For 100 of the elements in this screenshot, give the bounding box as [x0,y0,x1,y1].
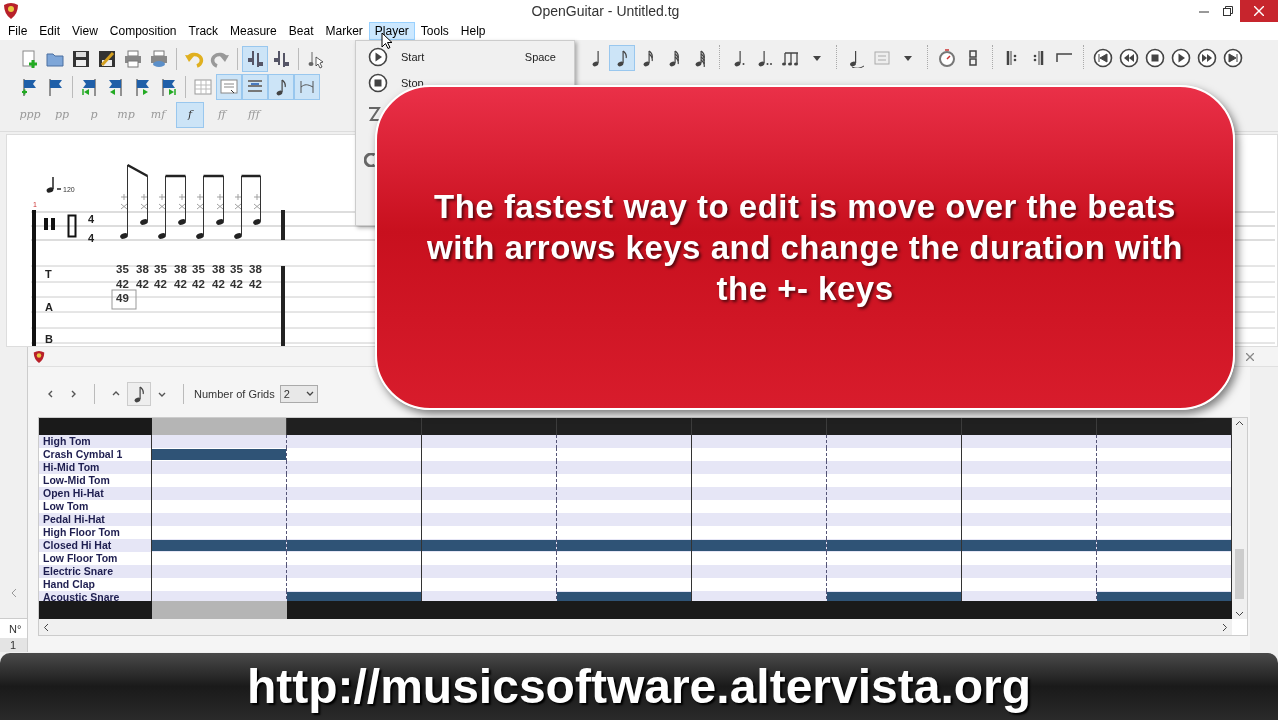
grid-cell[interactable] [287,539,422,552]
menu-item[interactable]: View [66,22,104,40]
repeat-end-icon [1031,48,1045,68]
string-label: T [45,268,52,280]
new-document-icon [19,49,39,69]
column-header[interactable] [287,418,422,435]
fret-number: 42 [174,278,187,290]
track-icon [271,49,291,69]
guitar-pick-icon [33,349,45,364]
table-cell: 1 [0,638,27,652]
menu-item[interactable]: Beat [282,22,320,40]
menu-item-icon [364,153,375,167]
eighth-note-icon [133,385,145,403]
fret-number: 42 [136,278,149,290]
fret-number: 49 [116,292,129,304]
time-signature-icon [966,48,980,68]
toolbar-button[interactable] [242,46,268,72]
floppy-pencil-icon [97,49,117,69]
menu-item[interactable]: Track [182,22,225,40]
note-pointer-icon [306,49,326,69]
menu-item-icon [366,105,384,123]
printer-icon [123,49,143,69]
chord-box-icon [872,48,892,68]
column-header[interactable] [152,418,287,435]
double-dotted-note-icon [757,49,773,67]
column-header[interactable] [557,418,692,435]
fret-number: 42 [249,278,262,290]
grid-cell[interactable] [692,539,827,552]
close-icon [1254,6,1264,16]
fret-number: 35 [192,263,205,275]
menu-item[interactable]: Start Space [356,44,574,70]
fret-number: 42 [192,278,205,290]
menu-item[interactable]: Help [454,22,492,40]
dotted-note-icon [733,49,745,67]
fret-number: 38 [136,263,149,275]
callout-text: The fastest way to edit is move over the beats with arrows keys and change the duration with the +- keys [426,187,1184,309]
rest-icon [67,214,77,238]
grid-cell[interactable] [152,448,287,461]
stop-icon [368,73,388,93]
scroll-right-icon[interactable] [1222,622,1228,632]
grid-icon [193,77,213,97]
skip-to-start-icon [1093,48,1113,68]
repeat-start-icon [1005,48,1019,68]
play-icon [368,47,388,67]
window-title: OpenGuitar - Untitled.tg [530,1,681,21]
rewind-icon [1119,48,1139,68]
toolbar-button[interactable] [609,45,635,71]
grids-dropdown[interactable]: 2 [279,385,318,403]
vertical-scrollbar[interactable] [1232,418,1247,619]
stopwatch-icon [937,48,957,68]
column-header[interactable] [692,418,827,435]
fret-number: 42 [230,278,243,290]
grid-cell[interactable] [152,539,287,552]
fret-number: 38 [212,263,225,275]
menu-item[interactable]: Edit [33,22,67,40]
close-button[interactable] [1240,0,1278,22]
thirty-second-note-icon [668,49,680,67]
fast-forward-icon [1197,48,1217,68]
scroll-down-icon[interactable] [1235,611,1244,617]
time-signature-numerator: 4 [88,213,95,225]
toolbar-button[interactable] [268,74,294,100]
menu-item[interactable]: Measure [224,22,283,40]
menu-item[interactable]: File [2,22,34,40]
column-header[interactable] [422,418,557,435]
fret-number: 35 [116,263,129,275]
scrollbar-thumb[interactable] [1235,548,1244,599]
note-icon [275,78,287,96]
menu-item[interactable]: Tools [414,22,455,40]
column-header[interactable] [827,418,962,435]
grid-cell[interactable] [557,539,692,552]
sixteenth-note-icon [642,49,654,67]
quarter-note-icon [46,176,54,193]
scroll-left-icon[interactable] [43,622,49,632]
dynamics-button[interactable]: f [176,102,204,128]
quarter-note-icon [592,49,600,67]
flag-plus-icon [19,77,39,97]
fret-number: 35 [230,263,243,275]
horizontal-scrollbar[interactable] [39,619,1232,635]
fret-number: 42 [212,278,225,290]
menu-item[interactable]: Marker [319,22,369,40]
sixty-fourth-note-icon [694,49,706,67]
grid-cell[interactable] [422,539,557,552]
alternate-ending-icon [1055,53,1073,63]
fret-number: 35 [154,263,167,275]
scroll-up-icon[interactable] [1235,420,1244,426]
duration-button[interactable] [127,382,151,406]
equals-mark [56,188,62,190]
grid-cell[interactable] [827,539,962,552]
fret-number: 38 [249,263,262,275]
menu-item[interactable]: Composition [103,22,183,40]
fret-number: 42 [154,278,167,290]
grid-cell[interactable] [1097,539,1232,552]
page-layout-icon [219,77,239,97]
table-header: N° [0,618,27,638]
percussion-clef-icon [44,218,55,230]
banner-url: http://musicsoftware.altervista.org [246,658,1032,715]
column-header[interactable] [962,418,1097,435]
time-signature-denominator: 4 [88,232,95,244]
track-icon [245,49,265,69]
grid-cell[interactable] [962,539,1097,552]
